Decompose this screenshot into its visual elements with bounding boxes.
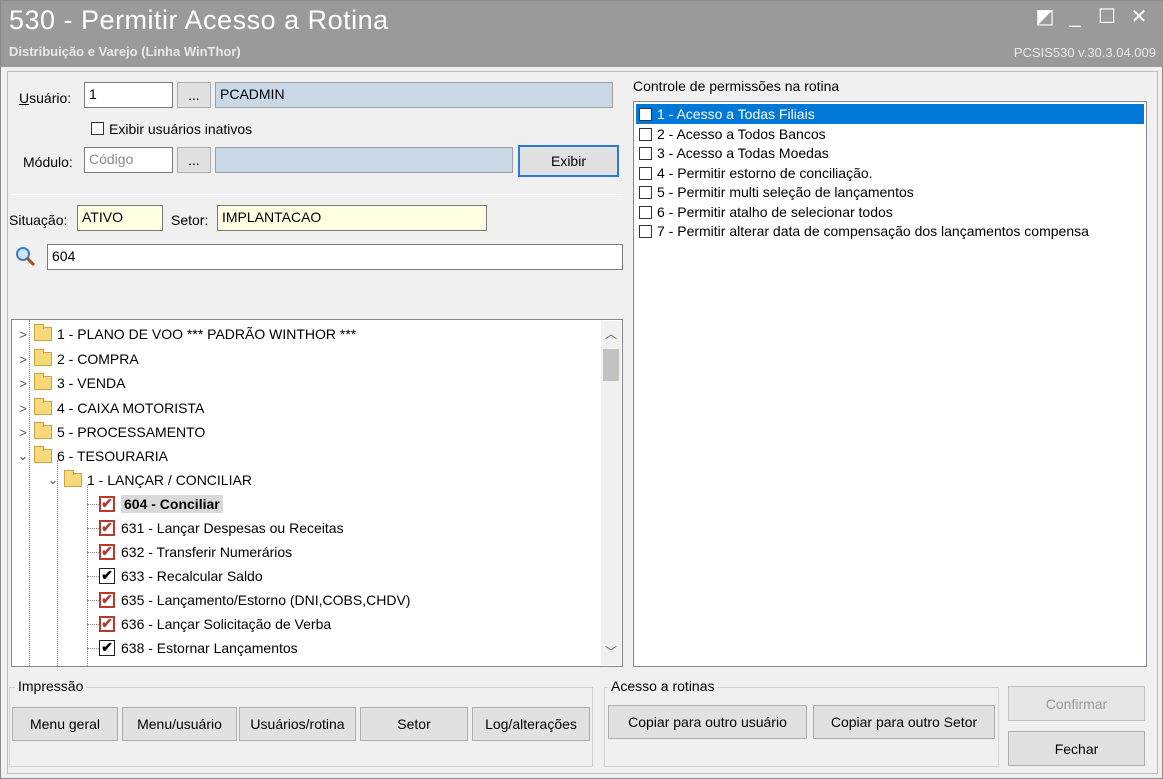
fechar-button[interactable]: Fechar — [1008, 731, 1145, 766]
tree-module[interactable]: >2 - COMPRA — [16, 347, 139, 371]
routine-checkbox[interactable]: ✔ — [99, 520, 115, 536]
main-window: 530 - Permitir Acesso a Rotina Distribui… — [0, 0, 1163, 779]
confirmar-button[interactable]: Confirmar — [1008, 686, 1145, 721]
routine-checkbox[interactable]: ✔ — [99, 640, 115, 656]
window-subtitle: Distribuição e Varejo (Linha WinThor) — [9, 44, 241, 59]
tree-scrollbar[interactable]: ︿ ﹀ — [601, 321, 621, 665]
exibir-button[interactable]: Exibir — [518, 145, 619, 177]
modulo-label: Módulo: — [23, 154, 73, 170]
scroll-thumb[interactable] — [603, 349, 619, 381]
chevron-right-icon[interactable]: > — [16, 327, 30, 342]
menu-usuario-button[interactable]: Menu/usuário — [122, 707, 237, 741]
scroll-down-icon[interactable]: ﹀ — [601, 643, 621, 663]
routine-checkbox[interactable]: ✔ — [99, 568, 115, 584]
usuario-name-field: PCADMIN — [215, 82, 613, 108]
permission-checkbox[interactable] — [639, 146, 652, 160]
inativos-checkbox[interactable] — [91, 122, 104, 135]
setor-button[interactable]: Setor — [360, 707, 468, 741]
close-button[interactable]: ✕ — [1125, 5, 1153, 31]
copiar-setor-button[interactable]: Copiar para outro Setor — [813, 705, 995, 739]
permission-item[interactable]: 7 - Permitir alterar data de compensação… — [636, 221, 1089, 241]
folder-icon — [34, 398, 52, 415]
minimize-button[interactable]: _ — [1061, 5, 1089, 31]
folder-icon — [34, 446, 52, 463]
acesso-title: Acesso a rotinas — [608, 678, 718, 694]
tree-routine[interactable]: ✔ 638 - Estornar Lançamentos — [87, 636, 298, 660]
chevron-right-icon[interactable]: > — [16, 425, 30, 440]
usuario-browse-button[interactable]: ... — [177, 82, 211, 108]
modulo-browse-button[interactable]: ... — [177, 147, 211, 173]
permission-checkbox[interactable] — [639, 205, 652, 219]
tree-routine[interactable]: ✔ 632 - Transferir Numerários — [87, 540, 292, 564]
tree-module[interactable]: >1 - PLANO DE VOO *** PADRÃO WINTHOR *** — [16, 322, 356, 346]
version-label: PCSIS530 v.30.3.04.009 — [1013, 45, 1156, 60]
routine-checkbox[interactable]: ✔ — [99, 496, 115, 512]
chevron-right-icon[interactable]: > — [16, 376, 30, 391]
permission-item[interactable]: 3 - Acesso a Todas Moedas — [636, 143, 829, 163]
tree-module[interactable]: >3 - VENDA — [16, 371, 125, 395]
folder-icon — [34, 422, 52, 439]
tree-routine-604[interactable]: ✔ 604 - Conciliar — [87, 492, 223, 516]
permissions-list[interactable]: 1 - Acesso a Todas Filiais 2 - Acesso a … — [633, 101, 1147, 667]
menu-geral-button[interactable]: Menu geral — [12, 707, 118, 741]
permissions-title: Controle de permissões na rotina — [633, 78, 840, 94]
tree-module[interactable]: >5 - PROCESSAMENTO — [16, 420, 205, 444]
tree-routine[interactable]: ✔ 633 - Recalcular Saldo — [87, 564, 263, 588]
search-icon — [14, 245, 36, 267]
folder-icon — [64, 470, 82, 487]
setor-label: Setor: — [171, 212, 209, 228]
usuario-code-input[interactable]: 1 — [84, 82, 173, 108]
permission-checkbox[interactable] — [639, 224, 652, 238]
permission-item[interactable]: 1 - Acesso a Todas Filiais — [636, 104, 1144, 124]
maximize-button[interactable]: ☐ — [1093, 5, 1121, 31]
scroll-up-icon[interactable]: ︿ — [601, 325, 621, 345]
setor-field: IMPLANTACAO — [217, 205, 487, 231]
log-alteracoes-button[interactable]: Log/alterações — [472, 707, 590, 741]
tree-routine[interactable]: ✔ 635 - Lançamento/Estorno (DNI,COBS,CHDV… — [87, 588, 410, 612]
folder-icon — [34, 349, 52, 366]
routine-checkbox[interactable]: ✔ — [99, 616, 115, 632]
tree-routine[interactable]: ✔ 631 - Lançar Despesas ou Receitas — [87, 516, 344, 540]
permission-item[interactable]: 6 - Permitir atalho de selecionar todos — [636, 202, 893, 222]
permission-checkbox[interactable] — [639, 127, 652, 141]
folder-icon — [34, 373, 52, 390]
chevron-right-icon[interactable]: > — [16, 401, 30, 416]
permission-item[interactable]: 5 - Permitir multi seleção de lançamento… — [636, 182, 914, 202]
copiar-usuario-button[interactable]: Copiar para outro usuário — [608, 705, 807, 739]
restore-icon[interactable]: ◩ — [1031, 5, 1059, 31]
window-title: 530 - Permitir Acesso a Rotina — [9, 5, 389, 35]
permission-checkbox[interactable] — [639, 107, 652, 121]
chevron-down-icon[interactable]: ⌄ — [46, 472, 60, 488]
chevron-down-icon[interactable]: ⌄ — [16, 448, 30, 464]
title-bar: 530 - Permitir Acesso a Rotina Distribui… — [1, 1, 1163, 67]
search-input[interactable]: 604 — [47, 244, 623, 270]
usuarios-rotina-button[interactable]: Usuários/rotina — [239, 707, 356, 741]
situacao-field: ATIVO — [77, 205, 163, 231]
separator — [11, 194, 623, 195]
tree-module[interactable]: ⌄ 6 - TESOURARIA — [16, 444, 168, 468]
routine-checkbox[interactable]: ✔ — [99, 544, 115, 560]
permission-checkbox[interactable] — [639, 166, 652, 180]
permission-checkbox[interactable] — [639, 185, 652, 199]
folder-icon — [34, 324, 52, 341]
routine-tree[interactable]: >1 - PLANO DE VOO *** PADRÃO WINTHOR ***… — [11, 319, 623, 667]
tree-module[interactable]: >4 - CAIXA MOTORISTA — [16, 396, 204, 420]
tree-routine[interactable]: ✔ 636 - Lançar Solicitação de Verba — [87, 612, 331, 636]
modulo-code-input[interactable]: Código — [84, 147, 173, 173]
permission-item[interactable]: 2 - Acesso a Todos Bancos — [636, 124, 826, 144]
impressao-title: Impressão — [15, 678, 87, 694]
inativos-label: Exibir usuários inativos — [109, 121, 253, 137]
routine-checkbox[interactable]: ✔ — [99, 592, 115, 608]
chevron-right-icon[interactable]: > — [16, 352, 30, 367]
permission-item[interactable]: 4 - Permitir estorno de conciliação. — [636, 163, 873, 183]
usuario-label: Usuário: — [19, 90, 72, 106]
situacao-label: Situação: — [9, 212, 68, 228]
tree-subgroup[interactable]: ⌄ 1 - LANÇAR / CONCILIAR — [46, 468, 252, 492]
modulo-name-field — [215, 147, 513, 173]
